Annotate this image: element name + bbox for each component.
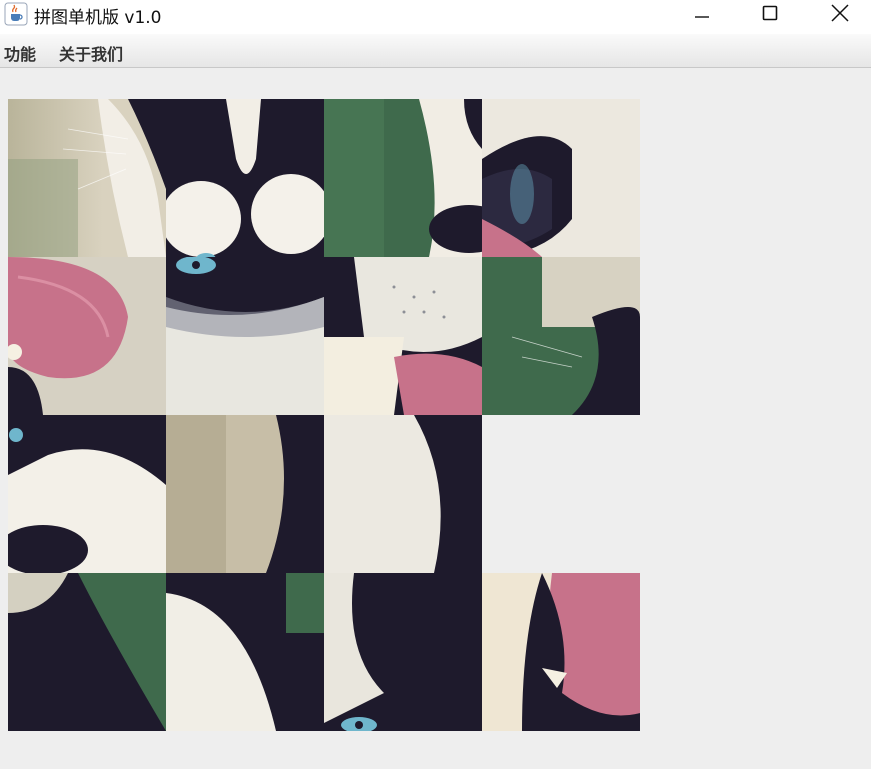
tile-1-4[interactable] [482, 99, 640, 257]
maximize-button[interactable] [735, 0, 805, 26]
menu-bar: 功能 关于我们 [0, 34, 871, 68]
tile-4-1[interactable] [8, 573, 166, 731]
window-titlebar[interactable]: 拼图单机版 v1.0 [0, 0, 871, 34]
tile-3-3[interactable] [324, 415, 482, 573]
tile-1-2[interactable] [166, 99, 324, 257]
tile-2-1[interactable] [8, 257, 166, 415]
menu-about-us[interactable]: 关于我们 [59, 41, 123, 65]
tile-3-2[interactable] [166, 415, 324, 573]
menu-function[interactable]: 功能 [4, 41, 36, 65]
tile-4-4[interactable] [482, 573, 640, 731]
maximize-icon [762, 5, 778, 21]
tile-3-1[interactable] [8, 415, 166, 573]
close-button[interactable] [805, 0, 871, 26]
minimize-button[interactable] [667, 0, 737, 26]
tile-2-2[interactable] [166, 257, 324, 415]
tile-4-3[interactable] [324, 573, 482, 731]
puzzle-board [8, 99, 640, 731]
tile-2-4[interactable] [482, 257, 640, 415]
tile-1-1[interactable] [8, 99, 166, 257]
java-cup-icon [4, 2, 28, 26]
minimize-icon [694, 5, 710, 21]
close-icon [831, 4, 849, 22]
tile-2-3[interactable] [324, 257, 482, 415]
tile-1-3[interactable] [324, 99, 482, 257]
window-title: 拼图单机版 v1.0 [34, 8, 162, 28]
tile-4-2[interactable] [166, 573, 324, 731]
